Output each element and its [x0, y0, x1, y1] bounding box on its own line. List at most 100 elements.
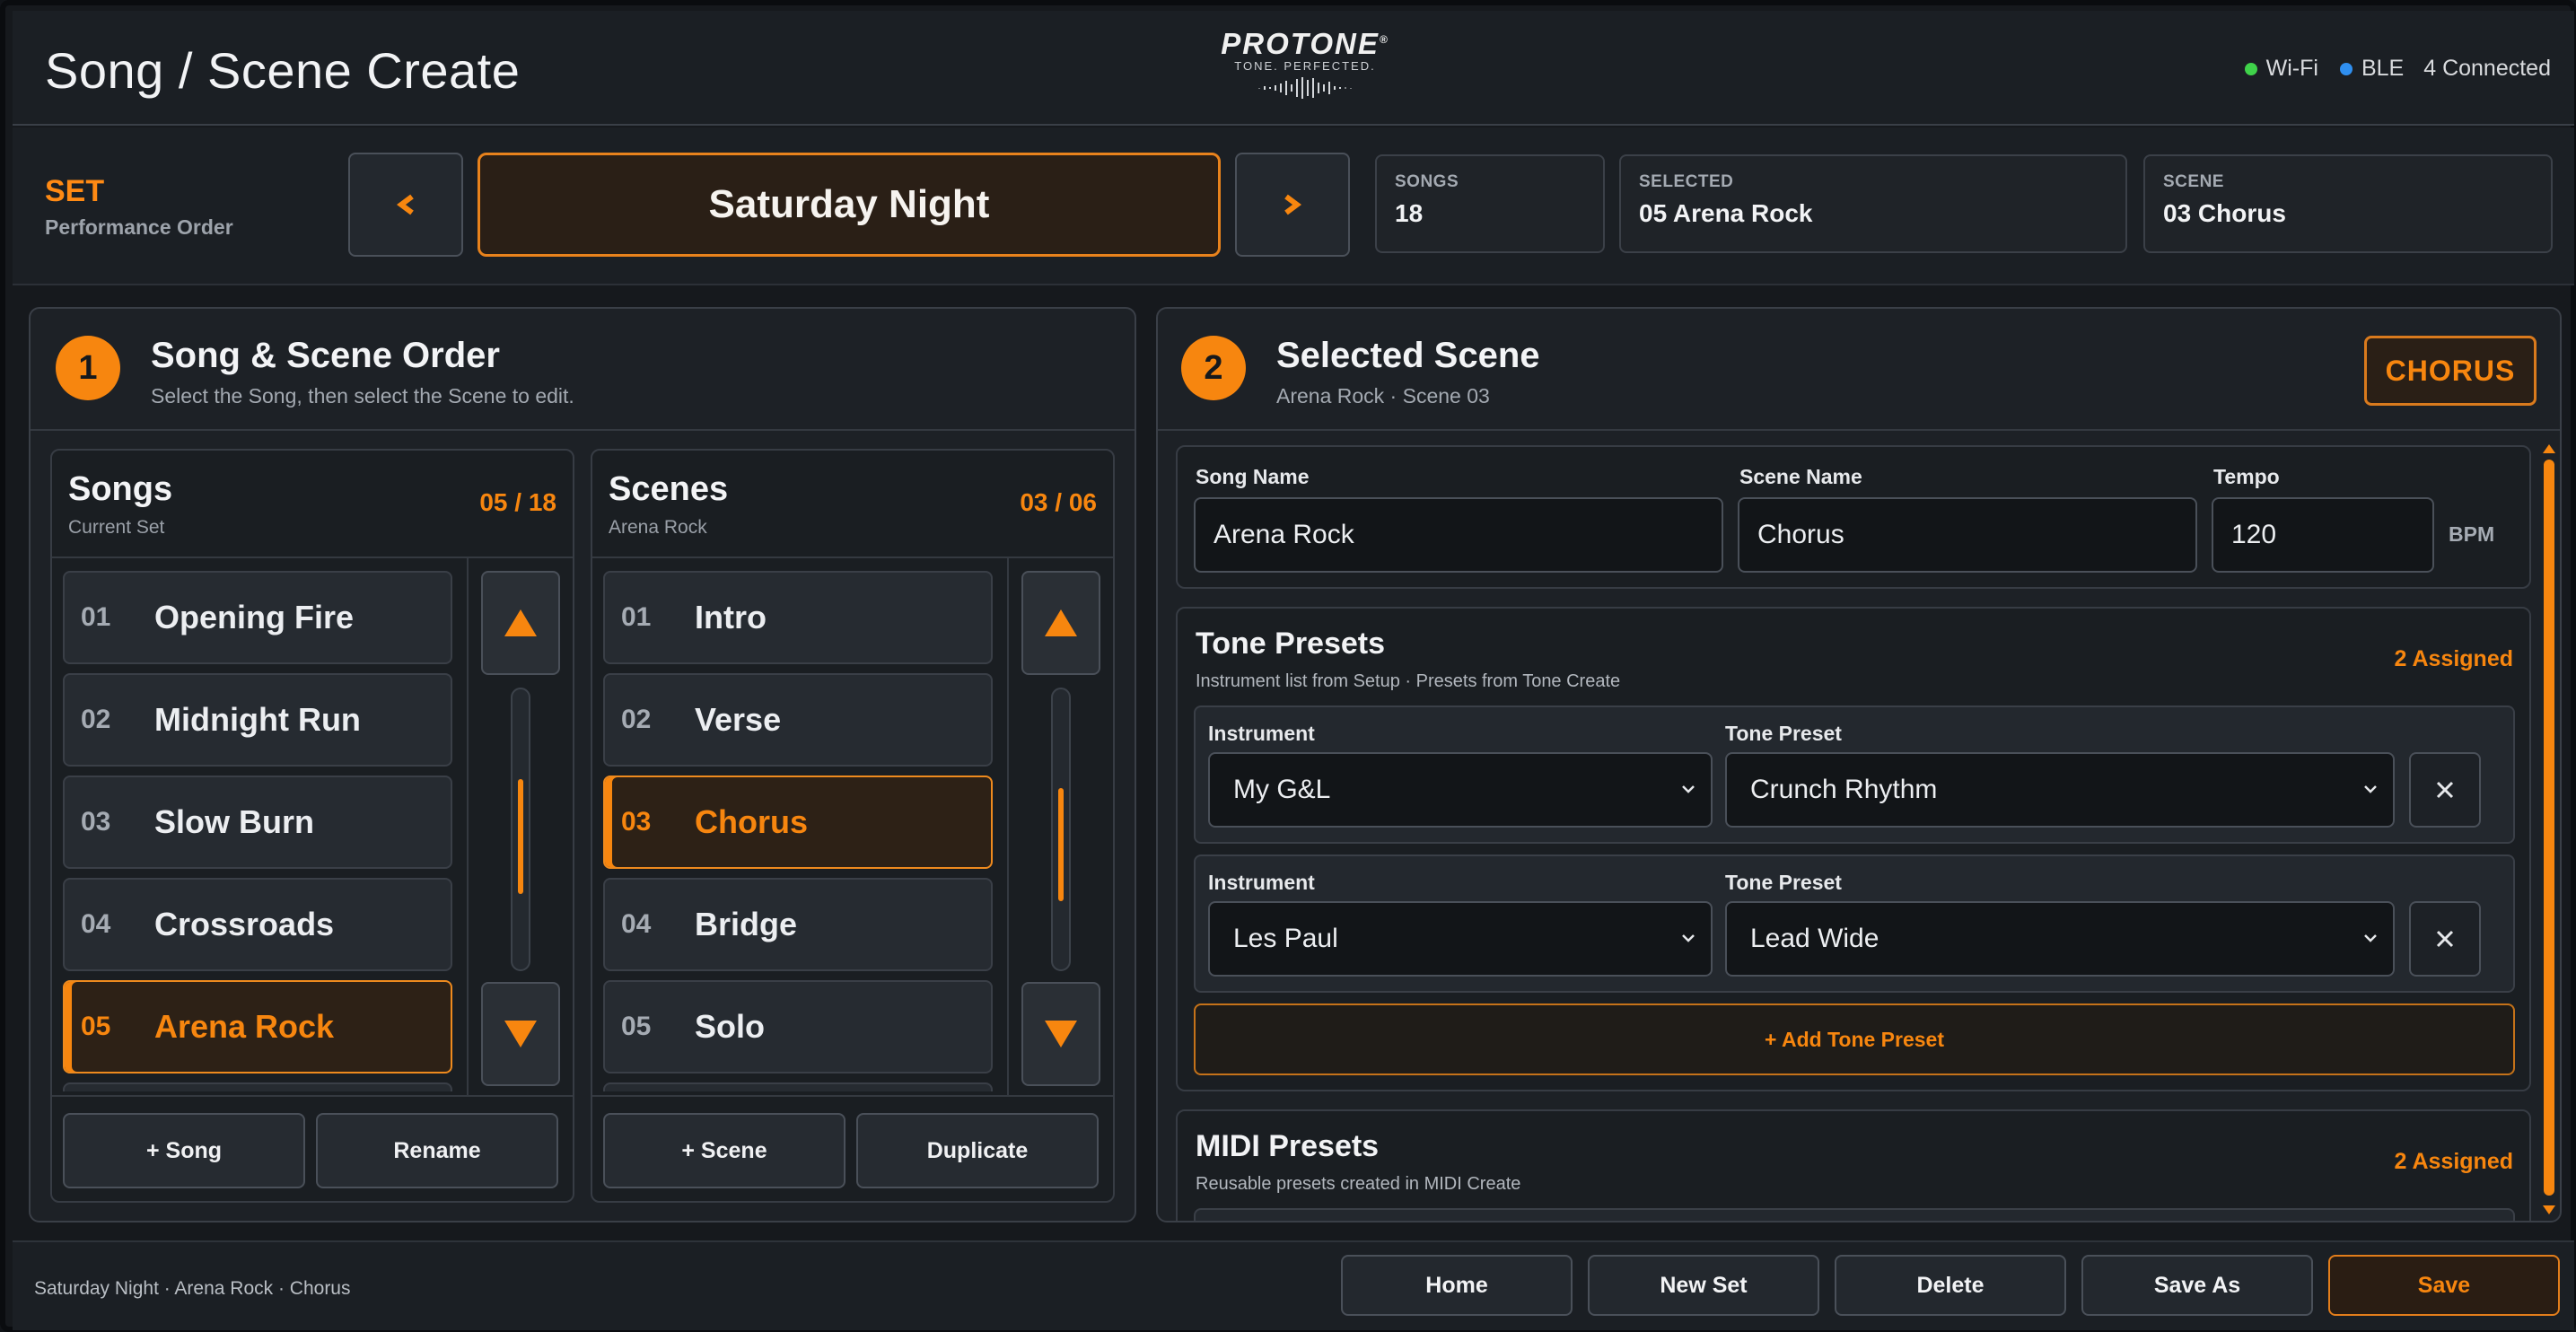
rename-song-button[interactable]: Rename [316, 1113, 558, 1188]
tone-presets-card: Tone Presets Instrument list from Setup … [1176, 607, 2531, 1091]
next-set-button[interactable] [1235, 153, 1350, 257]
instrument-value: Les Paul [1233, 924, 1338, 953]
scene-detail-scroll-area: Song Name Arena Rock Scene Name Chorus T… [1176, 445, 2531, 1221]
scene-name-input[interactable]: Chorus [1738, 497, 2197, 573]
tone-presets-title: Tone Presets [1196, 627, 1386, 661]
panel-subtitle: Select the Song, then select the Scene t… [151, 384, 574, 407]
tone-preset-select[interactable]: Lead Wide [1725, 901, 2395, 977]
logo-registered-mark: ® [1379, 33, 1389, 46]
scene-detail-scroll-thumb[interactable] [2544, 460, 2554, 1196]
songs-subtitle: Current Set [68, 517, 165, 538]
delete-button[interactable]: Delete [1835, 1255, 2066, 1316]
scene-row-05[interactable]: 05 Solo [603, 980, 993, 1073]
instrument-select[interactable]: My G&L [1208, 752, 1713, 828]
chevron-down-icon [2364, 785, 2377, 793]
scene-name: Solo [695, 1008, 765, 1045]
step-badge: 1 [56, 336, 120, 400]
stat-value: 05 Arena Rock [1639, 199, 1813, 227]
remove-tone-preset-button[interactable] [2409, 901, 2481, 977]
songs-title: Songs [68, 470, 173, 508]
song-move-up-button[interactable] [481, 571, 560, 675]
scene-number: 01 [621, 602, 652, 632]
scene-name: Intro [695, 599, 767, 635]
scene-row-02[interactable]: 02 Verse [603, 673, 993, 767]
scene-move-down-button[interactable] [1021, 982, 1100, 1086]
midi-preset-row [1194, 1208, 2515, 1221]
tone-preset-select[interactable]: Crunch Rhythm [1725, 752, 2395, 828]
song-name: Midnight Run [154, 701, 361, 738]
scene-number: 04 [621, 909, 652, 939]
chevron-left-icon [397, 194, 414, 215]
save-button[interactable]: Save [2328, 1255, 2560, 1316]
selected-scene-panel: 2 Selected Scene Arena Rock · Scene 03 C… [1156, 307, 2562, 1222]
songs-scrollbar[interactable] [511, 688, 530, 971]
tempo-input[interactable]: 120 [2212, 497, 2434, 573]
tempo-unit: BPM [2449, 522, 2495, 546]
scene-row-01[interactable]: 01 Intro [603, 571, 993, 664]
song-row-03[interactable]: 03 Slow Burn [63, 776, 452, 869]
stat-selected: SELECTED 05 Arena Rock [1619, 154, 2127, 253]
panel-subtitle: Arena Rock · Scene 03 [1276, 384, 1490, 407]
set-sublabel: Performance Order [45, 215, 233, 239]
prev-set-button[interactable] [348, 153, 463, 257]
scene-detail-scrollbar[interactable] [2540, 442, 2558, 1219]
scenes-rows: 01 Intro 02 Verse 03 Chorus 04 Bridge 05 [603, 571, 993, 1091]
list-divider [592, 556, 1113, 558]
chevron-down-icon [2364, 934, 2377, 942]
set-label: SET [45, 174, 105, 208]
scene-row-04[interactable]: 04 Bridge [603, 878, 993, 971]
scene-row-03-selected[interactable]: 03 Chorus [603, 776, 993, 869]
new-set-button[interactable]: New Set [1588, 1255, 1819, 1316]
chevron-right-icon [1284, 194, 1301, 215]
list-vertical-divider [467, 556, 469, 1095]
add-tone-preset-button[interactable]: + Add Tone Preset [1194, 1003, 2515, 1075]
scenes-scrollbar[interactable] [1051, 688, 1071, 971]
song-row-04[interactable]: 04 Crossroads [63, 878, 452, 971]
instrument-select[interactable]: Les Paul [1208, 901, 1713, 977]
instrument-label: Instrument [1208, 871, 1315, 894]
tone-preset-label: Tone Preset [1725, 722, 1842, 745]
save-as-button[interactable]: Save As [2081, 1255, 2313, 1316]
add-scene-button[interactable]: + Scene [603, 1113, 846, 1188]
chevron-down-icon [1682, 934, 1695, 942]
song-row-partial [63, 1082, 452, 1091]
song-row-02[interactable]: 02 Midnight Run [63, 673, 452, 767]
song-row-01[interactable]: 01 Opening Fire [63, 571, 452, 664]
scene-number: 03 [621, 807, 652, 837]
song-name: Opening Fire [154, 599, 355, 635]
tone-preset-value: Crunch Rhythm [1750, 775, 1938, 804]
midi-assigned-count: 2 Assigned [2394, 1149, 2513, 1174]
scene-name: Bridge [695, 906, 798, 942]
scroll-up-arrow-icon[interactable] [2540, 442, 2558, 456]
scene-move-up-button[interactable] [1021, 571, 1100, 675]
step-badge: 2 [1181, 336, 1246, 400]
stat-scene: SCENE 03 Chorus [2143, 154, 2553, 253]
song-row-05-selected[interactable]: 05 Arena Rock [63, 980, 452, 1073]
home-button[interactable]: Home [1341, 1255, 1573, 1316]
add-song-button[interactable]: + Song [63, 1113, 305, 1188]
midi-presets-title: MIDI Presets [1196, 1129, 1380, 1163]
triangle-down-icon [504, 1021, 537, 1047]
duplicate-scene-button[interactable]: Duplicate [856, 1113, 1099, 1188]
set-name-display[interactable]: Saturday Night [478, 153, 1221, 257]
stat-label: SCENE [2163, 172, 2224, 191]
scene-row-partial [603, 1082, 993, 1091]
scenes-scroll-thumb[interactable] [1058, 788, 1064, 901]
tone-preset-row: Instrument My G&L Tone Preset Crunch Rhy… [1194, 705, 2515, 844]
song-scene-order-panel: 1 Song & Scene Order Select the Song, th… [29, 307, 1136, 1222]
song-number: 01 [81, 602, 111, 632]
songs-rows: 01 Opening Fire 02 Midnight Run 03 Slow … [63, 571, 452, 1091]
panel-title: Selected Scene [1276, 336, 1540, 375]
remove-tone-preset-button[interactable] [2409, 752, 2481, 828]
songs-count: 05 / 18 [479, 488, 556, 516]
panel-divider [31, 429, 1135, 431]
set-bar: SET Performance Order Saturday Night SON… [13, 127, 2574, 285]
scroll-down-arrow-icon[interactable] [2540, 1203, 2558, 1217]
song-number: 02 [81, 705, 111, 734]
song-move-down-button[interactable] [481, 982, 560, 1086]
song-name-input[interactable]: Arena Rock [1194, 497, 1723, 573]
song-name: Arena Rock [154, 1008, 335, 1045]
songs-scroll-thumb[interactable] [518, 779, 523, 894]
waveform-icon [1258, 77, 1352, 99]
scenes-list: Scenes Arena Rock 03 / 06 01 Intro 02 Ve… [591, 449, 1115, 1203]
